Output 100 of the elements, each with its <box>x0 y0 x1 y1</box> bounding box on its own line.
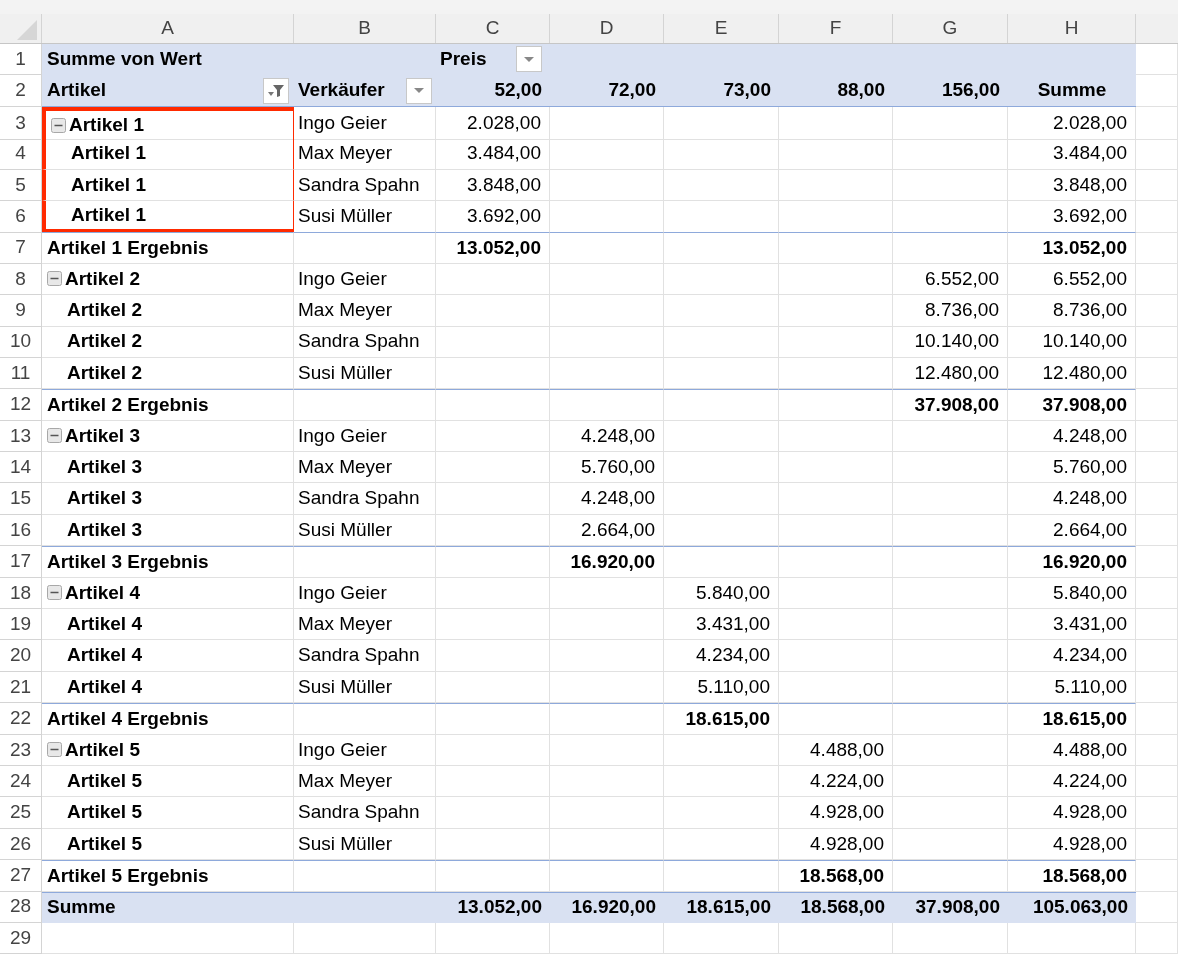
row-number[interactable]: 6 <box>15 202 26 231</box>
row-number[interactable]: 21 <box>9 672 32 702</box>
table-cell-text: Sandra Spahn <box>298 643 420 668</box>
table-cell-text: Artikel 3 <box>67 455 142 479</box>
table-cell-text: 4.928,00 <box>1053 831 1127 856</box>
table-cell-text: 8.736,00 <box>1053 298 1127 323</box>
row-number[interactable]: 29 <box>9 923 32 953</box>
table-cell-text: 8.736,00 <box>925 298 999 323</box>
table-cell-text: Susi Müller <box>298 517 392 542</box>
table-cell-text: Sandra Spahn <box>298 172 420 197</box>
table-cell-text: 2.664,00 <box>1053 517 1127 542</box>
table-cell-text: 5.840,00 <box>1053 580 1127 605</box>
table-cell-text: 4.488,00 <box>810 737 884 762</box>
row-number[interactable]: 3 <box>15 108 26 138</box>
table-cell-text: 5.760,00 <box>581 455 655 479</box>
row-number[interactable]: 24 <box>9 766 32 796</box>
row-number[interactable]: 23 <box>9 735 32 765</box>
table-cell-text: Artikel 5 <box>67 800 142 825</box>
row-number[interactable]: 20 <box>9 641 32 670</box>
table-cell-text: 5.110,00 <box>697 674 770 699</box>
column-header[interactable]: A <box>161 14 174 43</box>
row-number[interactable]: 13 <box>9 421 32 451</box>
table-cell-text: Summe <box>47 895 116 919</box>
table-cell-text: Artikel 1 <box>71 202 146 227</box>
row-number[interactable]: 14 <box>9 453 32 482</box>
column-header[interactable]: C <box>485 14 500 43</box>
table-cell-text: Ingo Geier <box>298 737 387 762</box>
row-number[interactable]: 7 <box>15 233 26 262</box>
table-cell-text: 2.028,00 <box>467 110 541 135</box>
table-cell-text: 6.552,00 <box>1053 266 1127 291</box>
table-cell-text: Ingo Geier <box>298 266 387 291</box>
table-cell-text: 3.431,00 <box>696 611 770 636</box>
table-cell-text: 10.140,00 <box>1042 329 1127 354</box>
row-number[interactable]: 5 <box>15 170 26 199</box>
table-cell-text: 4.224,00 <box>1053 768 1127 793</box>
row-number[interactable]: 11 <box>10 358 31 388</box>
row-number[interactable]: 22 <box>9 704 32 733</box>
row-number[interactable]: 9 <box>15 296 26 325</box>
row-number[interactable]: 17 <box>9 547 32 576</box>
row-number[interactable]: 1 <box>15 44 26 74</box>
table-cell-text: 4.928,00 <box>1053 800 1127 825</box>
table-cell-text: 10.140,00 <box>914 329 999 354</box>
column-header[interactable]: G <box>942 14 958 43</box>
table-cell-text: 4.488,00 <box>1053 737 1127 762</box>
table-cell-text: 18.615,00 <box>685 706 770 731</box>
table-cell-text: Artikel 3 <box>65 423 140 448</box>
table-cell-text: Sandra Spahn <box>298 800 420 825</box>
table-cell-text: Susi Müller <box>298 831 392 856</box>
row-number[interactable]: 18 <box>9 578 32 608</box>
column-header[interactable]: B <box>358 14 371 43</box>
row-number[interactable]: 27 <box>9 861 32 890</box>
table-cell-text: 37.908,00 <box>914 392 999 417</box>
table-cell-text: 105.063,00 <box>1032 895 1128 919</box>
column-heading: 52,00 <box>494 78 542 103</box>
table-cell-text: Artikel 1 <box>71 141 146 166</box>
table-cell-text: Artikel 1 <box>71 172 146 197</box>
table-cell-text: 16.920,00 <box>570 549 655 574</box>
table-cell-text: 12.480,00 <box>914 360 999 385</box>
table-cell-text: 5.110,00 <box>1054 674 1127 699</box>
table-cell-text: Artikel 3 <box>67 517 142 542</box>
row-number[interactable]: 19 <box>9 609 32 639</box>
table-cell-text: 3.692,00 <box>1053 204 1127 229</box>
column-header[interactable]: H <box>1064 14 1079 43</box>
row-number[interactable]: 25 <box>9 798 32 827</box>
table-cell-text: 16.920,00 <box>571 895 656 919</box>
table-cell-text: 18.568,00 <box>799 863 884 888</box>
table-cell-text: Sandra Spahn <box>298 486 420 511</box>
table-cell-text: 18.568,00 <box>800 895 885 919</box>
table-cell-text: Artikel 3 Ergebnis <box>47 549 209 574</box>
row-number[interactable]: 16 <box>9 515 32 545</box>
row-number[interactable]: 15 <box>9 484 32 513</box>
table-cell-text: Max Meyer <box>298 768 392 793</box>
table-cell-text: 12.480,00 <box>1042 360 1127 385</box>
table-cell-text: Artikel 3 <box>67 486 142 511</box>
table-cell-text: Artikel 4 <box>67 674 142 699</box>
row-number[interactable]: 8 <box>15 264 26 294</box>
table-cell-text: Max Meyer <box>298 455 392 479</box>
table-cell-text: 3.484,00 <box>1053 141 1127 166</box>
table-cell-text: 6.552,00 <box>925 266 999 291</box>
column-header[interactable]: E <box>714 14 728 43</box>
column-heading: 156,00 <box>941 78 1000 103</box>
table-cell-text: Artikel 1 <box>69 112 144 137</box>
column-header[interactable]: D <box>599 14 614 43</box>
column-heading: 72,00 <box>608 78 656 103</box>
row-number[interactable]: 28 <box>9 892 32 921</box>
row-number[interactable]: 10 <box>9 327 32 356</box>
table-cell-text: Artikel 5 Ergebnis <box>47 863 209 888</box>
table-cell-text: 5.840,00 <box>696 580 770 605</box>
row-number[interactable]: 26 <box>9 829 32 859</box>
table-cell-text: 13.052,00 <box>457 895 542 919</box>
table-cell-text: Max Meyer <box>298 611 392 636</box>
table-cell-text: Susi Müller <box>298 674 392 699</box>
table-cell-text: 3.431,00 <box>1053 611 1127 636</box>
row-number[interactable]: 12 <box>9 390 32 419</box>
row-number[interactable]: 4 <box>15 139 26 168</box>
row-number[interactable]: 2 <box>15 76 26 105</box>
column-header[interactable]: F <box>829 14 842 43</box>
column-heading: Summe <box>1037 78 1107 103</box>
table-cell-text: Artikel 4 Ergebnis <box>47 706 209 731</box>
table-cell-text: Max Meyer <box>298 298 392 323</box>
